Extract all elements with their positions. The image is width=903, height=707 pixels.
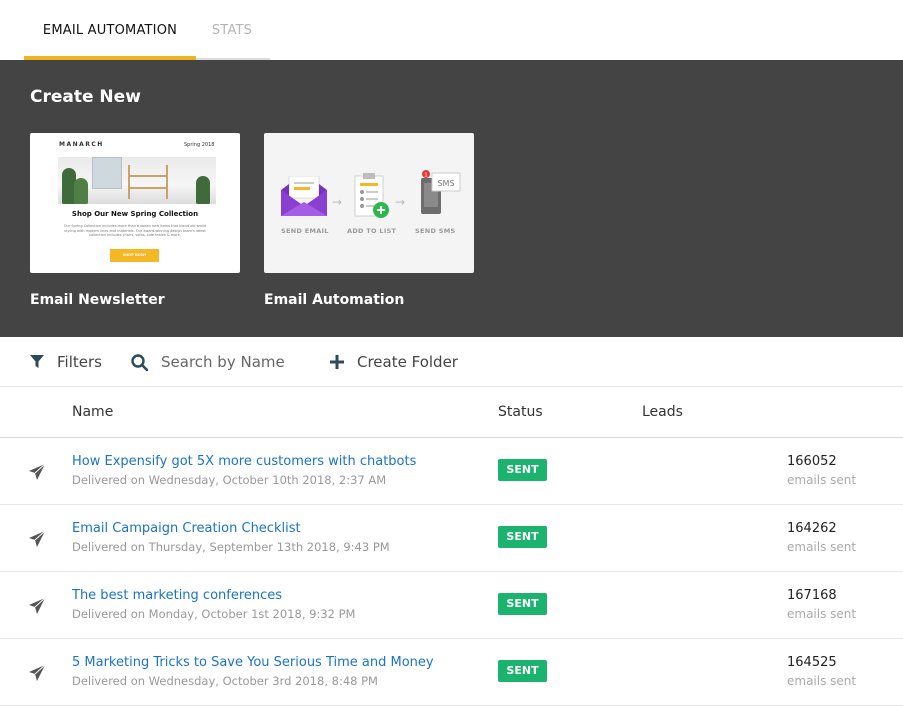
create-new-title: Create New <box>30 87 141 107</box>
create-new-panel: Create New MANARCH Spring 2018 Shop Our … <box>0 60 903 337</box>
filter-icon <box>30 355 44 368</box>
paper-plane-icon <box>29 597 46 614</box>
plus-icon <box>330 355 344 369</box>
newsletter-hero-image <box>58 157 216 204</box>
newsletter-body-text: Our Spring Collection includes more than… <box>63 224 207 237</box>
status-badge: SENT <box>498 660 547 682</box>
filters-label: Filters <box>57 353 102 371</box>
delivered-date: Delivered on Wednesday, October 3rd 2018… <box>72 674 378 688</box>
column-header-status[interactable]: Status <box>498 387 543 438</box>
emails-sent-label: emails sent <box>787 607 857 621</box>
notification-count: 1 <box>424 173 428 179</box>
step-caption: SEND SMS <box>415 227 456 235</box>
campaign-title-link[interactable]: 5 Marketing Tricks to Save You Serious T… <box>72 655 434 670</box>
paper-plane-icon <box>29 463 46 480</box>
delivered-date: Delivered on Monday, October 1st 2018, 9… <box>72 607 356 621</box>
paper-plane-icon <box>29 530 46 547</box>
search-box[interactable] <box>131 337 331 387</box>
step-caption: ADD TO LIST <box>347 227 397 235</box>
tab-email-automation[interactable]: EMAIL AUTOMATION <box>24 0 196 60</box>
search-input[interactable] <box>161 353 331 371</box>
phone-sms-icon: SMS 1 <box>421 170 461 214</box>
emails-sent-count: 164525 <box>787 655 837 670</box>
status-badge: SENT <box>498 526 547 548</box>
emails-sent-label: emails sent <box>787 540 857 554</box>
email-automation-card[interactable]: → → SMS 1 SEND EMAIL ADD TO LIST SEND SM… <box>264 133 474 273</box>
emails-sent-label: emails sent <box>787 473 857 487</box>
create-folder-button[interactable]: Create Folder <box>330 337 458 387</box>
email-newsletter-card[interactable]: MANARCH Spring 2018 Shop Our New Spring … <box>30 133 240 273</box>
paper-plane-icon <box>29 664 46 681</box>
create-folder-label: Create Folder <box>357 353 458 371</box>
search-icon <box>131 353 148 371</box>
clipboard-list-icon <box>354 173 389 218</box>
campaign-toolbar: Filters Create Folder <box>0 337 903 387</box>
emails-sent-count: 164262 <box>787 521 837 536</box>
tab-bar: EMAIL AUTOMATION STATS <box>0 0 903 60</box>
newsletter-shop-button: SHOP NOW! <box>110 249 159 262</box>
step-caption: SEND EMAIL <box>281 227 329 235</box>
column-header-name[interactable]: Name <box>72 387 113 438</box>
emails-sent-count: 167168 <box>787 588 837 603</box>
table-row[interactable]: 5 Marketing Tricks to Save You Serious T… <box>0 639 903 706</box>
table-row[interactable]: Email Campaign Creation Checklist Delive… <box>0 505 903 572</box>
arrow-right-icon: → <box>395 195 406 209</box>
emails-sent-count: 166052 <box>787 454 837 469</box>
status-badge: SENT <box>498 593 547 615</box>
campaign-title-link[interactable]: The best marketing conferences <box>72 588 282 603</box>
table-row[interactable]: The best marketing conferences Delivered… <box>0 572 903 639</box>
emails-sent-label: emails sent <box>787 674 857 688</box>
table-row[interactable]: How Expensify got 5X more customers with… <box>0 438 903 505</box>
campaign-title-link[interactable]: Email Campaign Creation Checklist <box>72 521 301 536</box>
arrow-right-icon: → <box>332 195 343 209</box>
delivered-date: Delivered on Thursday, September 13th 20… <box>72 540 390 554</box>
sms-bubble-text: SMS <box>437 179 454 188</box>
envelope-icon <box>281 176 327 216</box>
tab-stats[interactable]: STATS <box>196 0 268 60</box>
newsletter-brand: MANARCH <box>59 141 104 148</box>
newsletter-heading: Shop Our New Spring Collection <box>71 210 199 218</box>
email-automation-label[interactable]: Email Automation <box>264 292 404 308</box>
column-header-leads[interactable]: Leads <box>642 387 683 438</box>
email-newsletter-label[interactable]: Email Newsletter <box>30 292 165 308</box>
newsletter-season: Spring 2018 <box>184 142 215 148</box>
status-badge: SENT <box>498 459 547 481</box>
filters-button[interactable]: Filters <box>30 337 102 387</box>
campaign-title-link[interactable]: How Expensify got 5X more customers with… <box>72 454 416 469</box>
table-header: Name Status Leads <box>0 387 903 438</box>
delivered-date: Delivered on Wednesday, October 10th 201… <box>72 473 387 487</box>
